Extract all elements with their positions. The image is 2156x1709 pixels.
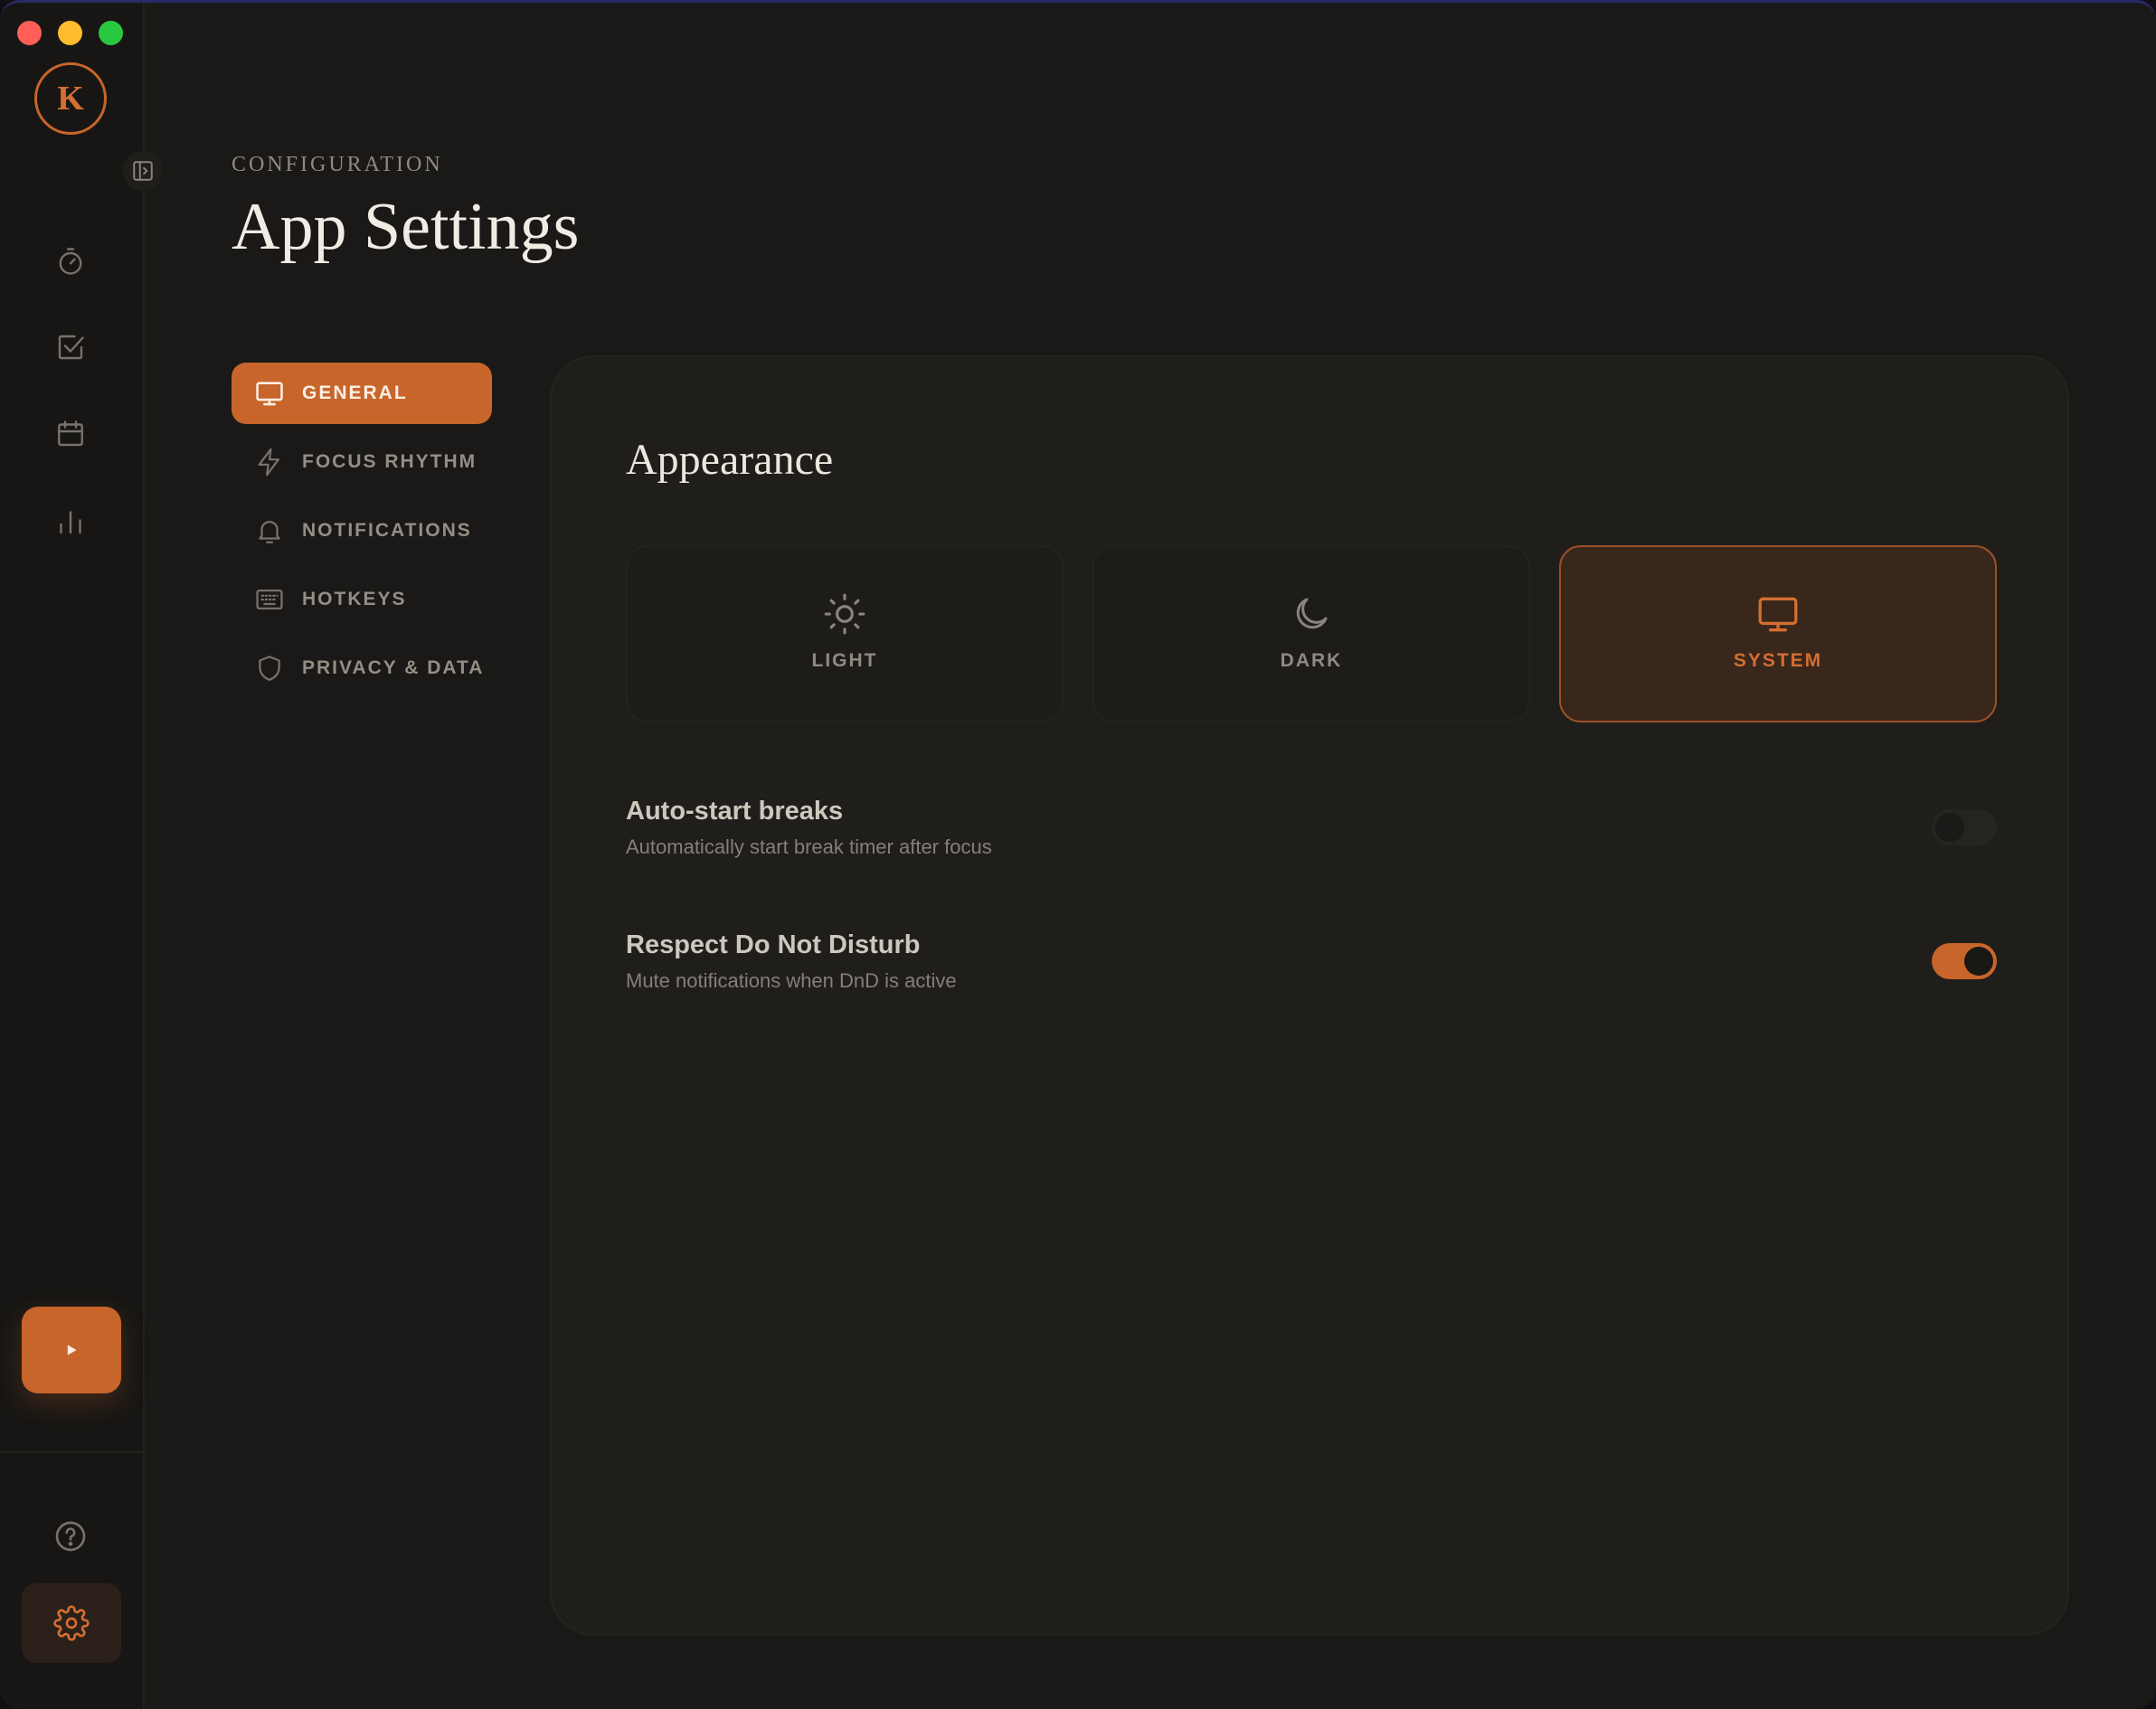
setting-description: Mute notifications when DnD is active bbox=[626, 969, 957, 992]
respect-dnd-toggle[interactable] bbox=[1932, 943, 1997, 979]
gear-icon bbox=[53, 1605, 90, 1641]
theme-option-label: SYSTEM bbox=[1733, 650, 1823, 671]
nav-item-label: GENERAL bbox=[302, 382, 408, 403]
settings-panel: Appearance LIGHT DARK SYSTEM Auto-start … bbox=[550, 355, 2069, 1636]
start-timer-button[interactable] bbox=[22, 1307, 121, 1393]
nav-item-focus-rhythm[interactable]: FOCUS RHYTHM bbox=[232, 431, 492, 493]
theme-option-system[interactable]: SYSTEM bbox=[1559, 545, 1997, 722]
page-eyebrow: CONFIGURATION bbox=[232, 153, 443, 176]
settings-button[interactable] bbox=[22, 1583, 121, 1663]
toggle-knob bbox=[1935, 813, 1964, 842]
sun-icon bbox=[822, 589, 867, 639]
theme-option-light[interactable]: LIGHT bbox=[626, 545, 1064, 722]
nav-item-label: PRIVACY & DATA bbox=[302, 657, 485, 678]
theme-option-label: DARK bbox=[1280, 650, 1343, 671]
monitor-icon bbox=[253, 377, 286, 410]
page-title: App Settings bbox=[232, 190, 580, 264]
checklist-icon[interactable] bbox=[51, 327, 90, 367]
appearance-heading: Appearance bbox=[626, 436, 834, 484]
rail-divider bbox=[0, 1451, 145, 1453]
setting-title: Auto-start breaks bbox=[626, 797, 844, 826]
nav-item-label: FOCUS RHYTHM bbox=[302, 451, 478, 472]
theme-selector: LIGHT DARK SYSTEM bbox=[626, 545, 1997, 722]
nav-item-general[interactable]: GENERAL bbox=[232, 363, 492, 424]
auto-start-breaks-toggle[interactable] bbox=[1932, 809, 1997, 845]
nav-item-label: HOTKEYS bbox=[302, 589, 407, 609]
calendar-icon[interactable] bbox=[51, 414, 90, 454]
toggle-knob bbox=[1964, 947, 1993, 976]
zoom-window-button[interactable] bbox=[99, 21, 123, 45]
nav-item-notifications[interactable]: NOTIFICATIONS bbox=[232, 500, 492, 562]
timer-icon[interactable] bbox=[51, 241, 90, 281]
app-window: K CONFIGURATION App Settings GENERAL FOC… bbox=[0, 0, 2156, 1709]
setting-respect-dnd: Respect Do Not Disturb Mute notification… bbox=[626, 930, 1997, 993]
app-logo: K bbox=[34, 62, 107, 135]
theme-option-dark[interactable]: DARK bbox=[1092, 545, 1530, 722]
monitor-icon bbox=[1755, 589, 1801, 639]
collapse-sidebar-button[interactable] bbox=[123, 151, 163, 191]
keyboard-icon bbox=[253, 583, 286, 616]
window-controls bbox=[17, 21, 123, 45]
minimize-window-button[interactable] bbox=[58, 21, 82, 45]
stats-icon[interactable] bbox=[51, 502, 90, 542]
play-icon bbox=[67, 1345, 77, 1355]
help-icon[interactable] bbox=[51, 1516, 90, 1556]
shield-icon bbox=[253, 652, 286, 685]
setting-description: Automatically start break timer after fo… bbox=[626, 836, 992, 858]
setting-title: Respect Do Not Disturb bbox=[626, 930, 921, 959]
close-window-button[interactable] bbox=[17, 21, 42, 45]
icon-rail: K bbox=[0, 3, 145, 1709]
theme-option-label: LIGHT bbox=[811, 650, 878, 671]
lightning-icon bbox=[253, 446, 286, 478]
nav-item-hotkeys[interactable]: HOTKEYS bbox=[232, 569, 492, 630]
setting-auto-start-breaks: Auto-start breaks Automatically start br… bbox=[626, 797, 1997, 859]
sidebar-toggle-icon bbox=[133, 161, 153, 181]
nav-item-label: NOTIFICATIONS bbox=[302, 520, 472, 541]
moon-icon bbox=[1290, 589, 1333, 639]
bell-icon bbox=[253, 515, 286, 547]
nav-item-privacy-data[interactable]: PRIVACY & DATA bbox=[232, 637, 492, 699]
settings-nav: GENERAL FOCUS RHYTHM NOTIFICATIONS HOTKE… bbox=[232, 363, 492, 706]
